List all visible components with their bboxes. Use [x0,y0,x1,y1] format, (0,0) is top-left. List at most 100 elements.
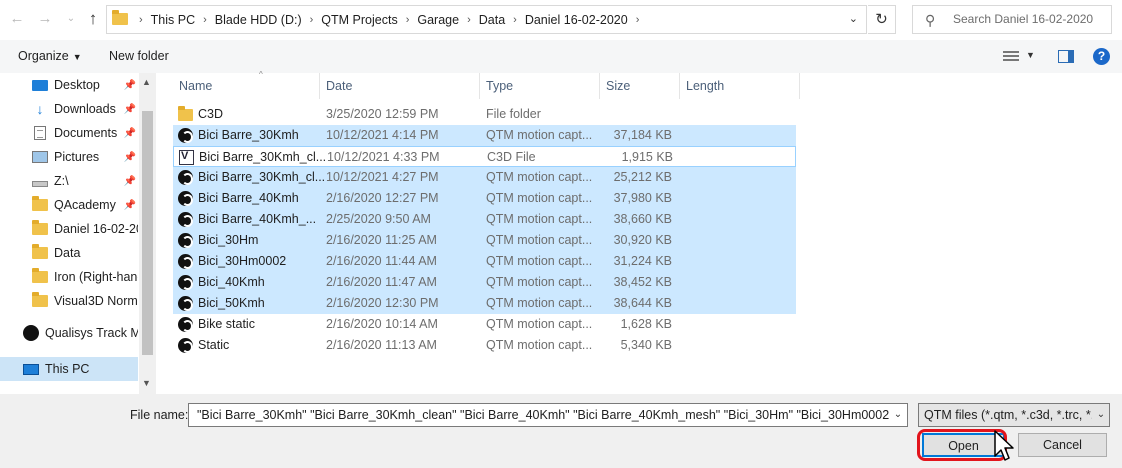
recent-locations-chevron-icon[interactable]: ⌄ [62,10,80,28]
nav-item-downloads[interactable]: ↓ Downloads 📌 [0,97,138,121]
refresh-icon: ↻ [875,11,888,28]
network-drive-icon [32,181,48,187]
breadcrumb-separator-icon: › [203,13,207,26]
file-name: Bici Barre_30Kmh [198,128,299,142]
nav-item-daniel[interactable]: Daniel 16-02-202 [0,217,138,241]
file-name: Bike static [198,317,255,331]
scroll-down-icon[interactable]: ▼ [142,378,151,388]
scrollbar-thumb[interactable] [142,111,153,355]
file-name-value: "Bici Barre_30Kmh" "Bici Barre_30Kmh_cle… [197,408,908,422]
breadcrumb-separator-icon: › [309,13,314,26]
column-header-length[interactable]: Length [680,73,800,99]
help-icon[interactable]: ? [1093,48,1110,65]
breadcrumb-item[interactable]: Blade HDD (D:) [215,13,302,27]
qtm-file-icon [178,191,193,206]
file-row[interactable]: C3D 3/25/2020 12:59 PM File folder [173,104,796,125]
caret-down-icon[interactable]: ▼ [1026,50,1035,60]
pin-icon[interactable]: 📌 [124,176,136,187]
cancel-button[interactable]: Cancel [1018,433,1107,457]
file-date: 2/16/2020 11:47 AM [326,275,437,289]
nav-item-visual3d[interactable]: Visual3D Norma [0,289,138,313]
chevron-down-icon[interactable]: ⌄ [849,12,858,25]
scroll-up-icon[interactable]: ▲ [142,77,151,87]
nav-item-label: QAcademy [54,198,116,212]
qtm-file-icon [178,296,193,311]
column-header-date[interactable]: Date [320,73,480,99]
file-row[interactable]: Bici Barre_30Kmh_cl...10/12/2021 4:33 PM… [173,146,796,167]
pin-icon[interactable]: 📌 [124,104,136,115]
file-row[interactable]: Bici Barre_40Kmh 2/16/2020 12:27 PM QTM mo… [173,188,796,209]
preview-pane-icon[interactable] [1058,50,1074,63]
file-date: 10/12/2021 4:14 PM [326,128,439,142]
column-header-name[interactable]: ^ Name [173,70,320,99]
column-header-size[interactable]: Size [600,73,680,99]
pin-icon[interactable]: 📌 [124,128,136,139]
file-size: 31,224 KB [613,254,672,268]
nav-item-iron[interactable]: Iron (Right-hanc [0,265,138,289]
search-input[interactable]: ⚲ Search Daniel 16-02-2020 [912,5,1112,34]
nav-item-data[interactable]: Data [0,241,138,265]
sort-ascending-icon: ^ [259,70,263,79]
caret-down-icon: ▼ [72,52,82,62]
file-row[interactable]: Bici Barre_40Kmh_... 2/25/2020 9:50 AM QTM… [173,209,796,230]
open-button[interactable]: Open [922,433,1005,457]
nav-scrollbar[interactable]: ▲ ▼ [139,73,156,394]
file-name-input[interactable]: "Bici Barre_30Kmh" "Bici Barre_30Kmh_cle… [188,403,908,427]
nav-item-desktop[interactable]: Desktop 📌 [0,73,138,97]
nav-item-z-drive[interactable]: Z:\ 📌 [0,169,138,193]
organize-button[interactable]: Organize ▼ [18,49,82,63]
breadcrumb-item[interactable]: QTM Projects [321,13,397,27]
file-row[interactable]: Static 2/16/2020 11:13 AM QTM motion capt.… [173,335,796,356]
file-type: QTM motion capt... [486,317,593,331]
folder-icon [32,268,48,283]
breadcrumb-item[interactable]: Daniel 16-02-2020 [525,13,628,27]
nav-item-label: Iron (Right-hanc [54,270,138,284]
file-name-label: File name: [130,408,189,422]
file-type-value: QTM files (*.qtm, *.c3d, *.trc, *.t [924,408,1092,422]
file-type-select[interactable]: QTM files (*.qtm, *.c3d, *.trc, *.t ⌄ [918,403,1110,427]
new-folder-button[interactable]: New folder [109,49,169,63]
file-row[interactable]: Bike static 2/16/2020 10:14 AM QTM motion … [173,314,796,335]
file-row[interactable]: Bici_30Hm 2/16/2020 11:25 AM QTM motion ca… [173,230,796,251]
breadcrumb-item[interactable]: Garage [417,13,459,27]
nav-item-qacademy[interactable]: QAcademy 📌 [0,193,138,217]
pin-icon[interactable]: 📌 [124,200,136,211]
file-size: 1,915 KB [621,150,673,164]
chevron-down-icon[interactable]: ⌄ [889,404,907,426]
column-header-type[interactable]: Type [480,73,600,99]
breadcrumb-separator-icon: › [467,13,471,26]
nav-item-label: Downloads [54,102,116,116]
change-view-icon[interactable] [1003,51,1019,63]
pictures-icon [32,151,48,163]
pin-icon[interactable]: 📌 [124,152,136,163]
file-row[interactable]: Bici Barre_30Kmh 10/12/2021 4:14 PM QTM mo… [173,125,796,146]
breadcrumb-item[interactable]: This PC [151,13,195,27]
nav-item-label: Daniel 16-02-202 [54,222,138,236]
nav-item-documents[interactable]: Documents 📌 [0,121,138,145]
file-row[interactable]: Bici_30Hm0002 2/16/2020 11:44 AM QTM motio… [173,251,796,272]
up-arrow-icon[interactable]: ↑ [84,10,102,28]
file-date: 2/16/2020 12:27 PM [326,191,439,205]
file-date: 2/16/2020 12:30 PM [326,296,439,310]
nav-item-qualisys[interactable]: Qualisys Track Ma [0,321,138,345]
refresh-button[interactable]: ↻ [868,5,896,34]
qtm-file-icon [178,212,193,227]
file-name: Static [198,338,230,352]
breadcrumb-separator-icon: › [405,13,410,26]
chevron-down-icon[interactable]: ⌄ [1093,404,1109,426]
file-date: 2/16/2020 11:13 AM [326,338,437,352]
address-bar[interactable]: › This PC › Blade HDD (D:) › QTM Project… [106,5,867,34]
forward-arrow-icon[interactable]: → [36,10,54,28]
file-row[interactable]: Bici_50Kmh 2/16/2020 12:30 PM QTM motion c… [173,293,796,314]
pin-icon[interactable]: 📌 [124,80,136,91]
address-row: ← → ⌄ ↑ › This PC › Blade HDD (D:) › QTM… [0,0,1122,40]
file-name: Bici_40Kmh [198,275,265,289]
back-arrow-icon[interactable]: ← [8,10,26,28]
breadcrumb-item[interactable]: Data [479,13,505,27]
file-row[interactable]: Bici Barre_30Kmh_cl... 10/12/2021 4:27 PM… [173,167,796,188]
file-size: 38,644 KB [613,296,672,310]
search-placeholder: Search Daniel 16-02-2020 [953,12,1094,26]
nav-item-this-pc[interactable]: This PC [0,357,138,381]
nav-item-pictures[interactable]: Pictures 📌 [0,145,138,169]
file-row[interactable]: Bici_40Kmh 2/16/2020 11:47 AM QTM motion c… [173,272,796,293]
